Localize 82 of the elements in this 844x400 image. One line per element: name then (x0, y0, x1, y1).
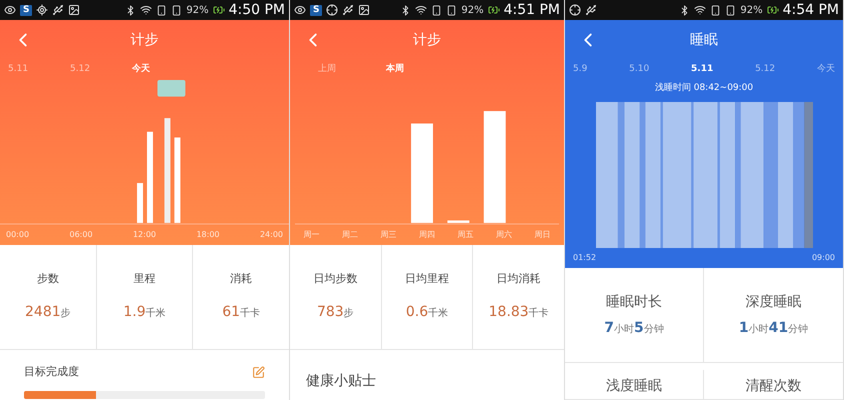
axis-label: 周三 (380, 229, 396, 241)
axis-label: 周六 (496, 229, 512, 241)
battery-percent: 92% (186, 4, 209, 18)
battery-percent: 92% (740, 4, 763, 18)
status-time: 4:51 PM (504, 0, 560, 20)
stat-value: 1.9千米 (123, 303, 166, 322)
axis-label: 12:00 (132, 229, 156, 241)
stat-label: 步数 (36, 270, 59, 287)
status-time: 4:54 PM (782, 0, 839, 20)
axis-label: 周二 (342, 229, 358, 241)
stat-label: 日均里程 (405, 270, 449, 287)
axis-label: 18:00 (196, 229, 220, 241)
stat-label: 睡眠时长 (606, 292, 662, 312)
period-tab[interactable]: 上周 (318, 63, 336, 77)
stat-value: 61千卡 (222, 303, 260, 322)
stat-label: 里程 (134, 270, 156, 287)
stat-label: 日均步数 (313, 270, 358, 287)
step-bar (447, 220, 470, 223)
chart-subtitle: 浅睡时间 08:42~09:00 (654, 82, 754, 96)
period-tab[interactable]: 5.10 (629, 63, 650, 77)
axis-label: 周四 (418, 229, 435, 241)
sim-icon (710, 4, 722, 16)
eye-icon (294, 4, 306, 16)
usb-icon (52, 4, 64, 16)
tooltip-marker (157, 80, 186, 97)
period-tab[interactable]: 5.11 (691, 63, 714, 77)
stat-value: 1小时41分钟 (738, 318, 808, 338)
sim-icon (431, 4, 442, 16)
axis-label: 周五 (458, 229, 474, 241)
axis-label: 06:00 (69, 229, 93, 241)
bluetooth-icon (679, 4, 690, 16)
bluetooth-icon (400, 4, 412, 16)
period-tab[interactable]: 本周 (386, 63, 404, 77)
screen-title: 计步 (130, 30, 158, 50)
edit-icon[interactable] (252, 366, 265, 379)
axis-label: 24:00 (260, 229, 283, 241)
stat-value: 18.83千卡 (488, 303, 549, 322)
axis-label: 00:00 (6, 229, 30, 241)
period-tab[interactable]: 5.11 (8, 63, 28, 77)
stat-value: 0.6千米 (406, 303, 448, 322)
stat-label: 清醒次数 (746, 377, 802, 396)
crosshair-icon (569, 4, 581, 16)
app-badge: S (20, 4, 32, 16)
eye-icon (4, 4, 16, 16)
stat-label: 日均消耗 (496, 270, 541, 287)
period-tab[interactable]: 今天 (816, 63, 835, 77)
image-icon (358, 4, 370, 16)
battery-percent: 92% (461, 4, 484, 18)
stat-label: 深度睡眠 (746, 292, 802, 312)
crosshair-icon (326, 4, 338, 16)
app-badge: S (310, 4, 322, 16)
stat-value: 7小时5分钟 (604, 318, 664, 338)
usb-icon (585, 4, 597, 16)
sim-icon (171, 4, 182, 16)
location-icon (36, 4, 48, 16)
status-time: 4:50 PM (228, 0, 285, 20)
battery-icon (766, 4, 779, 16)
step-bar (137, 183, 143, 223)
stat-label: 浅度睡眠 (606, 377, 662, 396)
stat-value: 2481步 (25, 303, 71, 322)
goal-title: 目标完成度 (24, 364, 79, 380)
axis-label: 周日 (534, 229, 551, 241)
period-tab[interactable]: 5.9 (573, 63, 588, 77)
axis-label: 09:00 (812, 252, 835, 264)
sim-icon (156, 4, 168, 16)
period-tab[interactable]: 5.12 (755, 63, 776, 77)
stat-label: 消耗 (230, 270, 252, 287)
axis-label: 周一 (303, 229, 320, 241)
screen-title: 计步 (413, 30, 441, 50)
image-icon (68, 4, 80, 16)
period-tab[interactable]: 今天 (132, 63, 150, 77)
battery-icon (212, 4, 225, 16)
bluetooth-icon (125, 4, 136, 16)
screen-title: 睡眠 (690, 30, 718, 50)
tips-title: 健康小贴士 (306, 373, 376, 389)
battery-icon (488, 4, 500, 16)
period-tab[interactable]: 5.12 (70, 63, 90, 77)
sim-icon (725, 4, 736, 16)
axis-label: 01:52 (573, 252, 596, 264)
stat-value: 783步 (316, 303, 354, 322)
sim-icon (446, 4, 458, 16)
usb-icon (342, 4, 354, 16)
